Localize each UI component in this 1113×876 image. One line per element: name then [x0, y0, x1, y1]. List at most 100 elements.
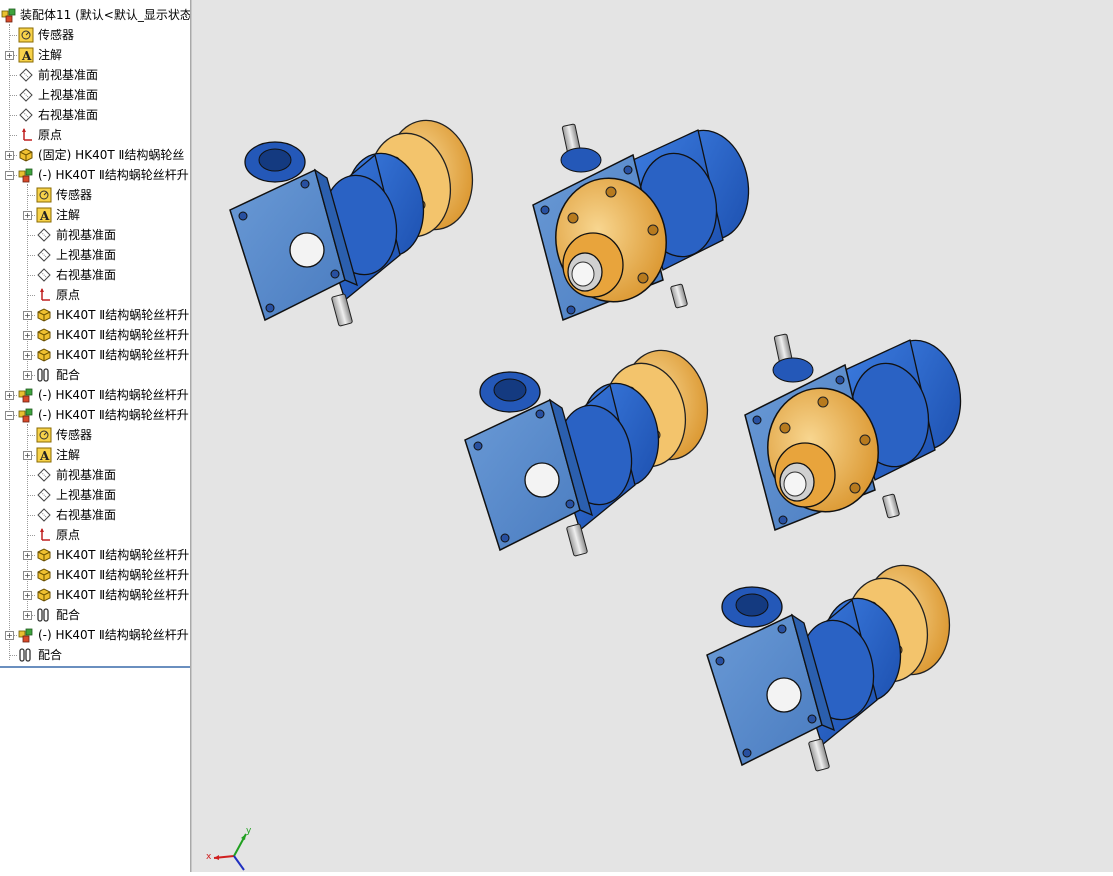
expand-toggle[interactable]: +	[5, 51, 14, 60]
expand-toggle[interactable]: +	[23, 351, 32, 360]
tree-item[interactable]: + A 注解	[0, 45, 190, 65]
annotation-icon: A	[36, 447, 52, 463]
tree-item[interactable]: 原点	[0, 125, 190, 145]
expand-toggle[interactable]: +	[23, 571, 32, 580]
tree-item[interactable]: 右视基准面	[0, 265, 190, 285]
plane-icon	[36, 267, 52, 283]
orientation-triad: x y	[204, 826, 254, 872]
expand-toggle[interactable]: +	[23, 211, 32, 220]
tree-item[interactable]: + HK40T Ⅱ结构蜗轮丝杆升	[0, 325, 190, 345]
expand-toggle[interactable]: +	[5, 631, 14, 640]
tree-item[interactable]: 原点	[0, 285, 190, 305]
tree-item[interactable]: 前视基准面	[0, 225, 190, 245]
mates-icon	[36, 367, 52, 383]
tree-item[interactable]: 传感器	[0, 425, 190, 445]
tree-item[interactable]: 原点	[0, 525, 190, 545]
tree-item[interactable]: + (固定) HK40T Ⅱ结构蜗轮丝	[0, 145, 190, 165]
tree-item[interactable]: + HK40T Ⅱ结构蜗轮丝杆升	[0, 305, 190, 325]
reducer-model-4	[744, 333, 970, 531]
feature-tree[interactable]: 装配体11 (默认<默认_显示状态 传感器 + A 注解 前视基准面 上视基准面 右视基准面…	[0, 0, 190, 872]
tree-item[interactable]: − (-) HK40T Ⅱ结构蜗轮丝杆升	[0, 405, 190, 425]
reducer-model-1	[229, 112, 482, 328]
part-icon	[36, 347, 52, 363]
tree-root-label: 装配体11 (默认<默认_显示状态	[20, 8, 190, 22]
subassembly-icon	[18, 387, 34, 403]
tree-item[interactable]: 上视基准面	[0, 245, 190, 265]
expand-toggle[interactable]: +	[23, 611, 32, 620]
tree-item[interactable]: + A 注解	[0, 205, 190, 225]
expand-toggle[interactable]: +	[23, 311, 32, 320]
tree-item-label: 注解	[38, 48, 63, 62]
tree-item[interactable]: + (-) HK40T Ⅱ结构蜗轮丝杆升	[0, 385, 190, 405]
part-icon	[36, 307, 52, 323]
tree-item[interactable]: + HK40T Ⅱ结构蜗轮丝杆升	[0, 585, 190, 605]
expand-toggle[interactable]: +	[5, 391, 14, 400]
tree-item[interactable]: 上视基准面	[0, 485, 190, 505]
tree-item[interactable]: + 配合	[0, 365, 190, 385]
model-view	[229, 112, 970, 773]
part-icon	[36, 327, 52, 343]
expand-toggle[interactable]: +	[23, 591, 32, 600]
expand-toggle[interactable]: +	[5, 151, 14, 160]
origin-icon	[36, 287, 52, 303]
tree-item[interactable]: 配合	[0, 645, 190, 665]
triad-y-label: y	[246, 826, 252, 836]
tree-item-label: 上视基准面	[56, 488, 117, 502]
tree-item[interactable]: 上视基准面	[0, 85, 190, 105]
origin-icon	[18, 127, 34, 143]
expand-toggle[interactable]: +	[23, 551, 32, 560]
mates-icon	[18, 647, 34, 663]
tree-item-label: 前视基准面	[38, 68, 99, 82]
tree-item[interactable]: + HK40T Ⅱ结构蜗轮丝杆升	[0, 565, 190, 585]
tree-item-label: 原点	[56, 288, 81, 302]
expand-toggle[interactable]: +	[23, 331, 32, 340]
sensor-icon	[18, 27, 34, 43]
tree-item[interactable]: 右视基准面	[0, 105, 190, 125]
tree-root-assembly[interactable]: 装配体11 (默认<默认_显示状态	[0, 5, 190, 25]
plane-icon	[18, 87, 34, 103]
tree-item-label: 传感器	[38, 28, 75, 42]
tree-item[interactable]: + HK40T Ⅱ结构蜗轮丝杆升	[0, 545, 190, 565]
tree-item-label: (-) HK40T Ⅱ结构蜗轮丝杆升	[38, 408, 189, 422]
tree-item-label: HK40T Ⅱ结构蜗轮丝杆升	[56, 328, 190, 342]
collapse-toggle[interactable]: −	[5, 411, 14, 420]
tree-item[interactable]: + HK40T Ⅱ结构蜗轮丝杆升	[0, 345, 190, 365]
triad-x-label: x	[206, 852, 212, 862]
tree-item[interactable]: 前视基准面	[0, 65, 190, 85]
mates-icon	[36, 607, 52, 623]
expand-toggle[interactable]: +	[23, 371, 32, 380]
tree-item[interactable]: + A 注解	[0, 445, 190, 465]
tree-item[interactable]: 右视基准面	[0, 505, 190, 525]
tree-item-label: HK40T Ⅱ结构蜗轮丝杆升	[56, 548, 190, 562]
tree-item-label: (-) HK40T Ⅱ结构蜗轮丝杆升	[38, 388, 189, 402]
tree-item[interactable]: 前视基准面	[0, 465, 190, 485]
expand-toggle[interactable]: +	[23, 451, 32, 460]
tree-item-label: 传感器	[56, 428, 93, 442]
reducer-model-5	[706, 557, 959, 773]
tree-item-label: 原点	[38, 128, 63, 142]
svg-text:A: A	[39, 209, 50, 223]
subassembly-icon	[18, 167, 34, 183]
tree-item-label: 配合	[38, 648, 63, 662]
origin-icon	[36, 527, 52, 543]
tree-item[interactable]: + 配合	[0, 605, 190, 625]
tree-item-label: (固定) HK40T Ⅱ结构蜗轮丝	[38, 148, 185, 162]
tree-item-label: HK40T Ⅱ结构蜗轮丝杆升	[56, 588, 190, 602]
tree-item-label: 配合	[56, 368, 81, 382]
tree-item[interactable]: − (-) HK40T Ⅱ结构蜗轮丝杆升	[0, 165, 190, 185]
plane-icon	[36, 487, 52, 503]
tree-item-label: 配合	[56, 608, 81, 622]
tree-item[interactable]: 传感器	[0, 185, 190, 205]
part-icon	[36, 567, 52, 583]
tree-item[interactable]: + (-) HK40T Ⅱ结构蜗轮丝杆升	[0, 625, 190, 645]
tree-item[interactable]: 传感器	[0, 25, 190, 45]
tree-item-label: 右视基准面	[56, 508, 117, 522]
tree-item-label: 前视基准面	[56, 228, 117, 242]
reducer-model-3	[464, 342, 717, 558]
tree-item-label: 右视基准面	[38, 108, 99, 122]
svg-text:A: A	[39, 449, 50, 463]
tree-item-label: 传感器	[56, 188, 93, 202]
subassembly-icon	[18, 627, 34, 643]
collapse-toggle[interactable]: −	[5, 171, 14, 180]
graphics-viewport[interactable]: x y	[192, 0, 1113, 872]
